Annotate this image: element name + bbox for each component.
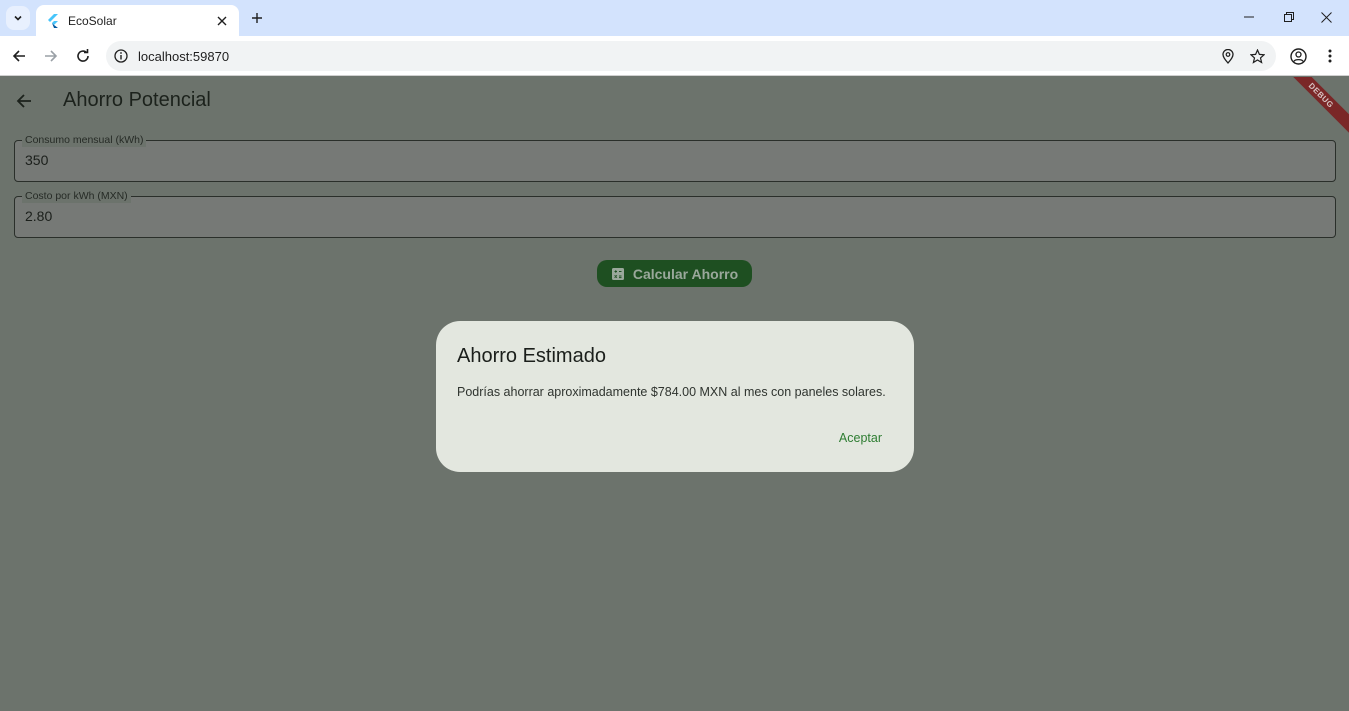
back-icon[interactable] xyxy=(7,44,31,68)
page-title: Ahorro Potencial xyxy=(63,89,211,111)
address-bar[interactable]: localhost:59870 xyxy=(106,41,1276,71)
browser-toolbar: localhost:59870 xyxy=(0,36,1349,76)
accept-button[interactable]: Aceptar xyxy=(839,431,882,445)
flutter-icon xyxy=(46,13,60,28)
menu-kebab-icon[interactable] xyxy=(1318,44,1342,68)
calculate-button-label: Calcular Ahorro xyxy=(632,265,739,282)
calculate-button[interactable]: Calcular Ahorro xyxy=(597,260,752,287)
field-value: 350 xyxy=(25,152,49,168)
field-value: 2.80 xyxy=(25,208,53,224)
site-info-icon[interactable] xyxy=(113,48,129,64)
url-text: localhost:59870 xyxy=(138,48,230,64)
dialog-message: Podrías ahorrar aproximadamente $784.00 … xyxy=(457,385,886,399)
dialog-title: Ahorro Estimado xyxy=(457,345,606,367)
browser-tabbar: EcoSolar xyxy=(0,0,1349,36)
location-icon[interactable] xyxy=(1218,46,1238,66)
chevron-down-icon xyxy=(14,15,22,21)
cost-per-kwh-field[interactable]: Costo por kWh (MXN) 2.80 xyxy=(14,189,1336,238)
bookmark-star-icon[interactable] xyxy=(1247,46,1267,66)
debug-banner: DEBUG xyxy=(1277,77,1349,139)
field-label: Costo por kWh (MXN) xyxy=(22,189,131,203)
calculator-icon xyxy=(611,267,625,281)
close-window-icon[interactable] xyxy=(1303,0,1349,34)
browser-tab[interactable]: EcoSolar xyxy=(36,5,239,36)
monthly-consumption-field[interactable]: Consumo mensual (kWh) 350 xyxy=(14,133,1336,182)
new-tab-icon[interactable] xyxy=(247,8,267,28)
arrow-back-icon[interactable] xyxy=(12,89,36,113)
profile-icon[interactable] xyxy=(1286,44,1310,68)
reload-icon[interactable] xyxy=(71,44,95,68)
forward-icon[interactable] xyxy=(39,44,63,68)
app-content: Ahorro Potencial DEBUG Consumo mensual (… xyxy=(0,77,1349,711)
close-tab-icon[interactable] xyxy=(213,12,231,30)
estimate-dialog: Ahorro Estimado Podrías ahorrar aproxima… xyxy=(436,321,914,472)
field-label: Consumo mensual (kWh) xyxy=(22,133,147,147)
tab-search-button[interactable] xyxy=(6,6,30,30)
tab-title: EcoSolar xyxy=(68,13,117,28)
